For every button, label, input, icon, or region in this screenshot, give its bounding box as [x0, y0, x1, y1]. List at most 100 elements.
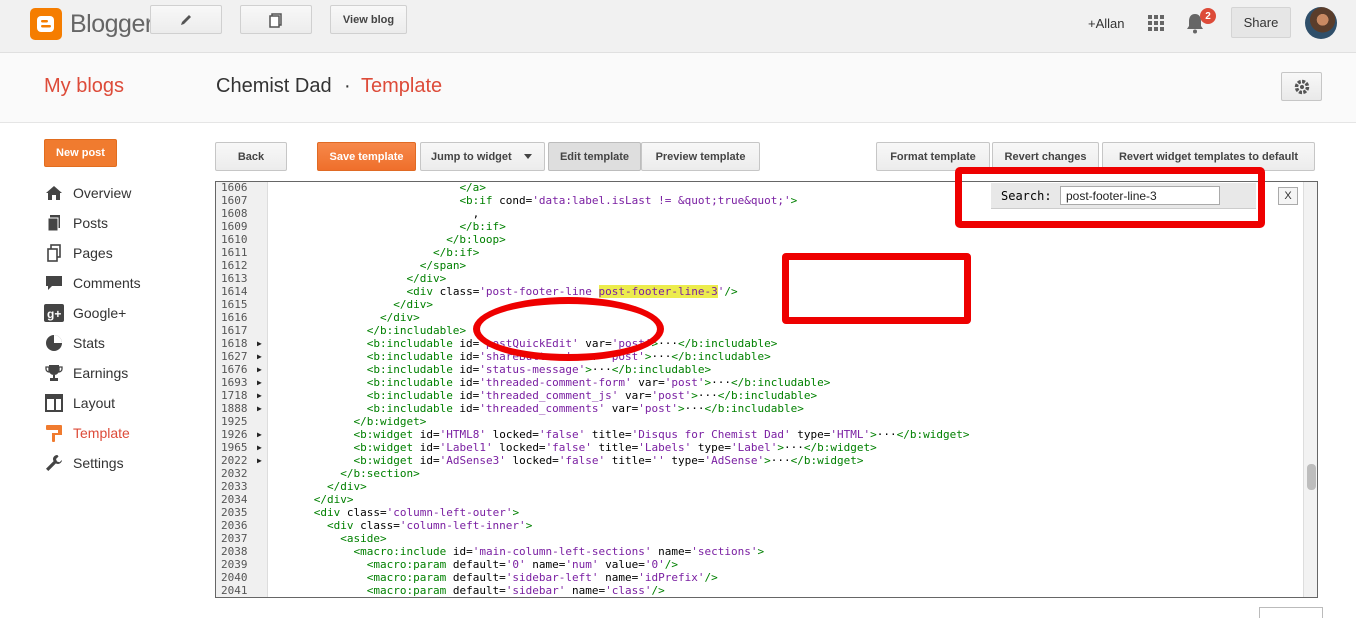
brand-name: Blogger — [70, 10, 153, 38]
posts-list-button[interactable] — [240, 5, 312, 34]
avatar[interactable] — [1305, 7, 1337, 39]
code-text: <div class='column-left-outer'> — [313, 506, 520, 519]
line-number: 1616 — [221, 311, 248, 324]
my-blogs-link[interactable]: My blogs — [44, 75, 124, 98]
code-text: </b:section> — [340, 467, 420, 480]
new-post-button[interactable]: New post — [44, 139, 117, 167]
code-text: </div> — [379, 311, 420, 324]
sidebar-item-layout[interactable]: Layout — [44, 392, 115, 414]
editor-scrollbar[interactable] — [1303, 182, 1317, 597]
sidebar-item-pages[interactable]: Pages — [44, 242, 113, 264]
line-number: 1693 — [221, 376, 248, 389]
sidebar-item-label: Stats — [73, 335, 105, 351]
code-text: <macro:param default='0' name='num' valu… — [366, 558, 679, 571]
sidebar-item-settings[interactable]: Settings — [44, 452, 124, 474]
svg-text:g+: g+ — [47, 307, 61, 321]
line-number: 2022 — [221, 454, 248, 467]
wrench-icon — [44, 453, 64, 473]
bell-icon[interactable] — [1185, 0, 1205, 46]
line-number: 1926 — [221, 428, 248, 441]
google-plus-user-link[interactable]: +Allan — [1088, 0, 1125, 46]
fold-arrow-icon[interactable]: ▶ — [257, 428, 262, 441]
save-template-button[interactable]: Save template — [317, 142, 416, 171]
chevron-down-icon — [523, 154, 532, 159]
trophy-icon — [44, 363, 64, 383]
settings-gear-button[interactable] — [1281, 72, 1322, 101]
line-number: 1610 — [221, 233, 248, 246]
code-text: </div> — [406, 272, 447, 285]
code-text: </a> — [459, 181, 486, 194]
share-button[interactable]: Share — [1231, 7, 1291, 38]
line-number: 1888 — [221, 402, 248, 415]
sidebar-item-posts[interactable]: Posts — [44, 212, 108, 234]
view-blog-button[interactable]: View blog — [330, 5, 407, 34]
code-text: <b:includable id='threaded_comments' var… — [366, 402, 804, 415]
code-text: <macro:include id='main-column-left-sect… — [353, 545, 765, 558]
fold-arrow-icon[interactable]: ▶ — [257, 337, 262, 350]
fold-arrow-icon[interactable]: ▶ — [257, 454, 262, 467]
comments-icon — [44, 273, 64, 293]
sidebar-item-google-plus[interactable]: g+ Google+ — [44, 302, 126, 324]
code-text: <b:includable id='status-message'>···</b… — [366, 363, 712, 376]
code-editor[interactable]: 1606 </a> 1607 <b:if cond='data:label.isL… — [215, 181, 1318, 598]
line-number: 2038 — [221, 545, 248, 558]
code-text: <macro:param default='sidebar' name='cla… — [366, 584, 665, 597]
sidebar-item-template[interactable]: Template — [44, 422, 130, 444]
back-button[interactable]: Back — [215, 142, 287, 171]
line-number: 2032 — [221, 467, 248, 480]
sidebar-item-comments[interactable]: Comments — [44, 272, 141, 294]
fold-arrow-icon[interactable]: ▶ — [257, 376, 262, 389]
closing-tag-circle — [473, 297, 664, 361]
pages-icon — [269, 12, 282, 28]
code-text: </div> — [326, 480, 367, 493]
blogger-logo-icon[interactable] — [30, 8, 62, 40]
line-number: 2037 — [221, 532, 248, 545]
line-number: 1606 — [221, 181, 248, 194]
edit-template-button[interactable]: Edit template — [548, 142, 641, 171]
code-text: <b:widget id='HTML8' locked='false' titl… — [353, 428, 970, 441]
line-number: 1676 — [221, 363, 248, 376]
sidebar-item-stats[interactable]: Stats — [44, 332, 105, 354]
pages-icon — [44, 243, 64, 263]
sidebar-item-earnings[interactable]: Earnings — [44, 362, 128, 384]
code-text: <macro:param default='sidebar-left' name… — [366, 571, 718, 584]
line-number: 1615 — [221, 298, 248, 311]
code-text: </span> — [419, 259, 467, 272]
line-number: 1611 — [221, 246, 248, 259]
gear-icon — [1294, 79, 1309, 94]
line-number: 1614 — [221, 285, 248, 298]
preview-template-button[interactable]: Preview template — [641, 142, 760, 171]
sidebar-item-overview[interactable]: Overview — [44, 182, 131, 204]
fold-arrow-icon[interactable]: ▶ — [257, 389, 262, 402]
code-text: <b:widget id='AdSense3' locked='false' t… — [353, 454, 864, 467]
line-number: 2039 — [221, 558, 248, 571]
code-text: </div> — [393, 298, 433, 311]
pencil-icon — [181, 14, 191, 25]
code-text: </div> — [313, 493, 354, 506]
fold-arrow-icon[interactable]: ▶ — [257, 402, 262, 415]
code-text: <aside> — [340, 532, 387, 545]
code-text: </b:includable> — [366, 324, 467, 337]
line-number: 1607 — [221, 194, 248, 207]
fold-arrow-icon[interactable]: ▶ — [257, 441, 262, 454]
line-number: 1925 — [221, 415, 248, 428]
close-search-button[interactable]: X — [1278, 187, 1298, 205]
line-number: 1608 — [221, 207, 248, 220]
scrollbar-thumb[interactable] — [1307, 464, 1316, 490]
jump-to-widget-dropdown[interactable]: Jump to widget — [420, 142, 545, 171]
new-post-pencil-button[interactable] — [150, 5, 222, 34]
jump-to-widget-label: Jump to widget — [431, 150, 512, 163]
apps-grid-icon[interactable] — [1147, 0, 1165, 46]
fold-arrow-icon[interactable]: ▶ — [257, 350, 262, 363]
line-number: 1718 — [221, 389, 248, 402]
posts-icon — [44, 213, 64, 233]
line-number: 1609 — [221, 220, 248, 233]
line-number: 1627 — [221, 350, 248, 363]
google-plus-icon: g+ — [44, 303, 64, 323]
page-corner-widget — [1259, 607, 1323, 618]
page-header — [0, 53, 1356, 123]
code-text: <div class='post-footer-line post-footer… — [406, 285, 738, 298]
line-number: 1612 — [221, 259, 248, 272]
line-number: 2033 — [221, 480, 248, 493]
fold-arrow-icon[interactable]: ▶ — [257, 363, 262, 376]
